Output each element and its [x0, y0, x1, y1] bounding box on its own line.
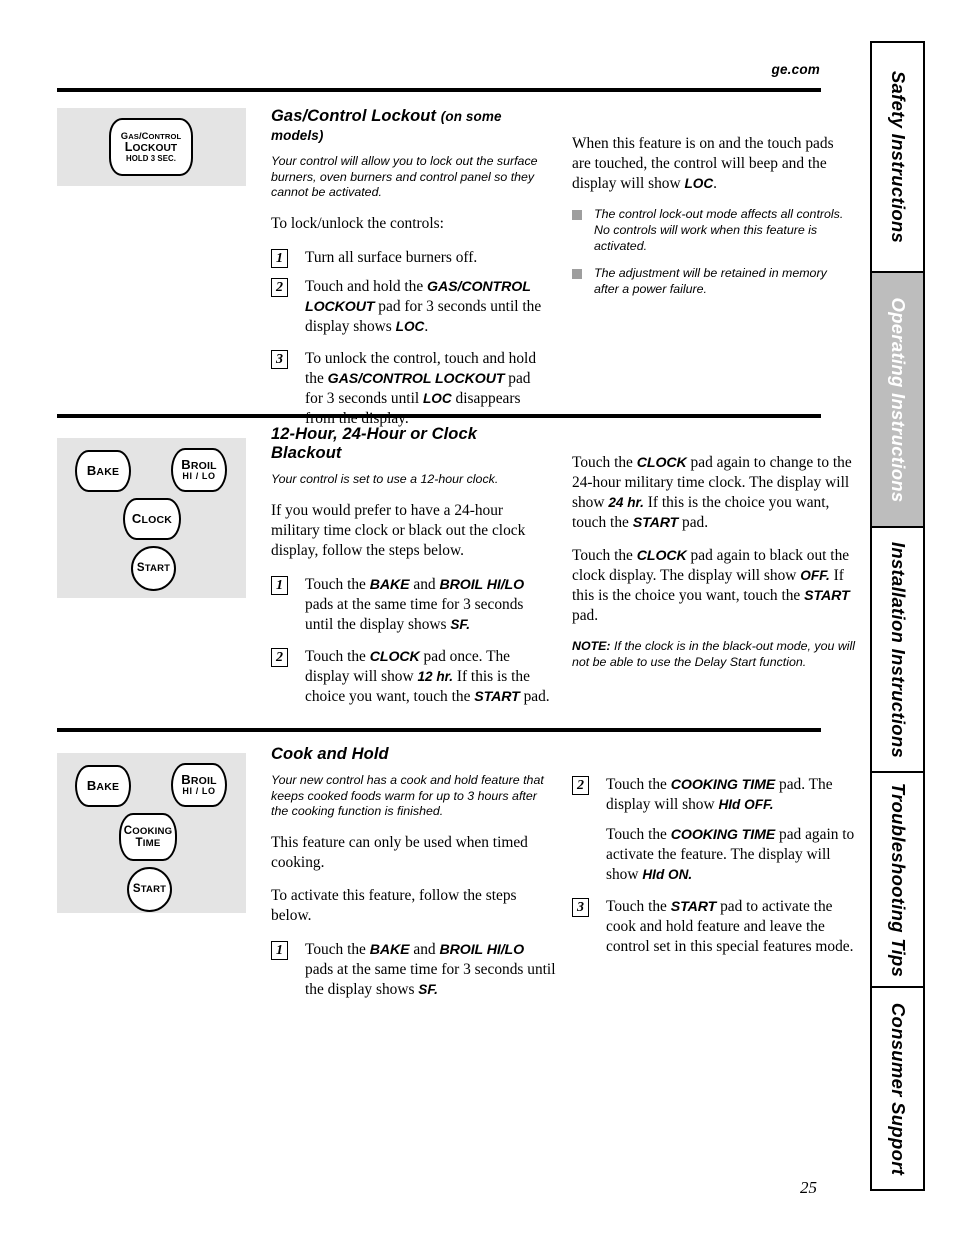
broil-hi-lo-pad[interactable]: BROIL HI / LO: [171, 448, 227, 492]
section-lead-text: To lock/unlock the controls:: [271, 214, 444, 232]
step-item: 1 Touch the BAKE and BROIL HI/LO pads at…: [271, 940, 556, 1000]
cooking-time-pad[interactable]: COOKING TIME: [119, 813, 177, 861]
bullet-square-icon: [572, 268, 582, 279]
sidebar-tab-troubleshooting-tips[interactable]: Troubleshooting Tips: [872, 773, 923, 988]
pad-label: START: [132, 883, 167, 896]
sidebar-tab-consumer-support[interactable]: Consumer Support: [872, 988, 923, 1189]
step-item: 2 Touch and hold the GAS/CONTROL LOCKOUT…: [271, 277, 551, 337]
step-item: 1 Touch the BAKE and BROIL HI/LO pads at…: [271, 575, 551, 635]
bake-pad[interactable]: BAKE: [75, 765, 131, 807]
pad-label: START: [136, 562, 171, 575]
step-continuation-text: Touch the COOKING TIME pad again to acti…: [606, 826, 855, 884]
broil-hi-lo-pad[interactable]: BROIL HI / LO: [171, 763, 227, 807]
gas-control-lockout-pad[interactable]: GAS/CONTROL LOCKOUT HOLD 3 SEC.: [109, 118, 193, 176]
step-number: 1: [271, 575, 288, 595]
bake-pad[interactable]: BAKE: [75, 450, 131, 492]
step-text: Touch the BAKE and BROIL HI/LO pads at t…: [305, 940, 556, 998]
sidebar-tab-label: Installation Instructions: [887, 541, 909, 758]
header-site-url: ge.com: [771, 62, 820, 77]
step-item: 2 Touch the COOKING TIME pad. The displa…: [572, 775, 857, 885]
step-text: Touch the COOKING TIME pad. The display …: [606, 776, 833, 814]
page-number: 25: [800, 1178, 817, 1197]
step-number: 3: [572, 898, 589, 918]
section-right-paragraph: Touch the CLOCK pad again to change to t…: [572, 454, 852, 532]
bullet-text: The adjustment will be retained in memor…: [594, 265, 827, 296]
step-number: 3: [271, 349, 288, 369]
step-list: 1 Touch the BAKE and BROIL HI/LO pads at…: [271, 940, 556, 1000]
step-text: Touch the CLOCK pad once. The display wi…: [305, 647, 550, 705]
step-number: 2: [271, 277, 288, 297]
pad-label-line-2: HI / LO: [182, 471, 216, 482]
section-intro-text: Your new control has a cook and hold fea…: [271, 773, 544, 819]
pad-label-line-2: HI / LO: [182, 786, 216, 797]
pad-label: BAKE: [86, 777, 120, 793]
bullet-square-icon: [572, 210, 582, 221]
step-item: 1 Turn all surface burners off.: [271, 248, 551, 268]
step-text: Touch and hold the GAS/CONTROL LOCKOUT p…: [305, 277, 542, 335]
step-item: 3 Touch the START pad to activate the co…: [572, 897, 857, 957]
cook-and-hold-diagram: BAKE BROIL HI / LO COOKING TIME START: [57, 753, 246, 913]
step-number: 1: [271, 248, 288, 268]
section-intro-text: Your control is set to use a 12-hour clo…: [271, 472, 499, 486]
pad-line-2: LOCKOUT: [124, 140, 178, 155]
step-text: Touch the START pad to activate the cook…: [606, 898, 854, 956]
step-list: 2 Touch the COOKING TIME pad. The displa…: [572, 775, 857, 957]
pad-line-3: HOLD 3 SEC.: [125, 153, 177, 163]
step-number: 1: [271, 940, 288, 960]
pad-label-line-1: BROIL: [181, 457, 217, 473]
bullet-list: The control lock-out mode affects all co…: [572, 207, 852, 297]
section-divider-rule: [57, 414, 821, 418]
clock-pad[interactable]: CLOCK: [123, 498, 181, 540]
section-heading-gas-control-lockout: Gas/Control Lockout (on some models): [271, 107, 502, 143]
sidebar-tab-label: Consumer Support: [887, 1002, 909, 1175]
section-note: NOTE: If the clock is in the black-out m…: [572, 639, 857, 671]
pad-label: CLOCK: [131, 510, 173, 526]
step-number: 2: [572, 776, 589, 795]
step-number: 2: [271, 647, 288, 667]
pad-label: BAKE: [86, 462, 120, 478]
pad-label-line-2: TIME: [135, 837, 161, 849]
section-right-paragraph: Touch the CLOCK pad again to black out t…: [572, 547, 850, 625]
pad-label-line-1: BROIL: [181, 772, 217, 788]
sidebar-tab-label: Operating Instructions: [887, 297, 909, 502]
step-list: 1 Turn all surface burners off. 2 Touch …: [271, 248, 551, 429]
start-pad[interactable]: START: [127, 867, 172, 912]
header-divider-rule: [57, 88, 821, 92]
bullet-item: The adjustment will be retained in memor…: [572, 266, 852, 298]
section-intro-text: Your control will allow you to lock out …: [271, 154, 538, 200]
sidebar-tab-operating-instructions[interactable]: Operating Instructions: [872, 273, 923, 528]
step-text: Touch the BAKE and BROIL HI/LO pads at t…: [305, 575, 525, 633]
start-pad[interactable]: START: [131, 546, 176, 591]
section-heading-clock-blackout: 12-Hour, 24-Hour or Clock Blackout: [271, 425, 478, 462]
step-text: Turn all surface burners off.: [305, 248, 478, 266]
section-paragraph: This feature can only be used when timed…: [271, 833, 528, 871]
sidebar-tab-label: Troubleshooting Tips: [887, 782, 909, 977]
clock-blackout-diagram: BAKE BROIL HI / LO CLOCK START: [57, 438, 246, 598]
section-tab-sidebar: Safety Instructions Operating Instructio…: [870, 41, 925, 1191]
gas-control-lockout-diagram: GAS/CONTROL LOCKOUT HOLD 3 SEC.: [57, 108, 246, 186]
step-list: 1 Touch the BAKE and BROIL HI/LO pads at…: [271, 575, 551, 707]
section-divider-rule: [57, 728, 821, 732]
section-paragraph: To activate this feature, follow the ste…: [271, 886, 517, 924]
sidebar-tab-safety-instructions[interactable]: Safety Instructions: [872, 43, 923, 273]
section-lead-text: If you would prefer to have a 24-hour mi…: [271, 501, 526, 559]
note-text: If the clock is in the black-out mode, y…: [572, 639, 856, 669]
document-page: ge.com Safety Instructions Operating Ins…: [0, 0, 954, 1235]
section-right-paragraph: When this feature is on and the touch pa…: [572, 135, 834, 193]
pad-label-line-1: COOKING: [123, 824, 173, 837]
sidebar-tab-label: Safety Instructions: [887, 70, 909, 244]
bullet-text: The control lock-out mode affects all co…: [594, 207, 844, 253]
sidebar-tab-installation-instructions[interactable]: Installation Instructions: [872, 528, 923, 773]
section-heading-cook-and-hold: Cook and Hold: [271, 745, 389, 763]
note-label: NOTE:: [572, 639, 611, 654]
step-item: 2 Touch the CLOCK pad once. The display …: [271, 647, 551, 707]
bullet-item: The control lock-out mode affects all co…: [572, 207, 852, 255]
